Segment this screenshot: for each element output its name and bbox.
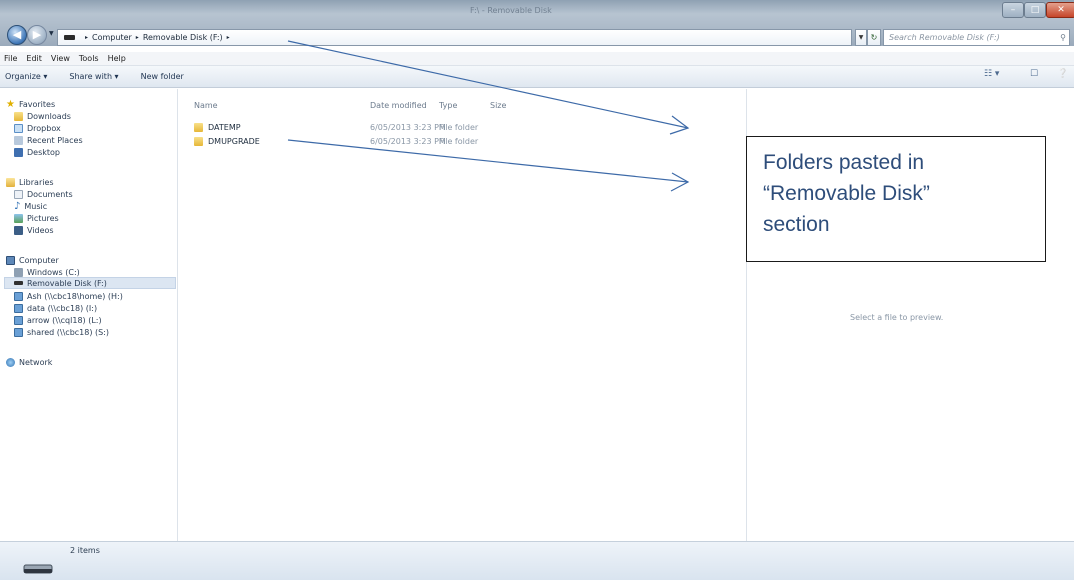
removable-drive-icon (23, 564, 53, 574)
status-bar (0, 541, 1074, 580)
arrow-from-folders (287, 139, 689, 183)
annotation-arrows (287, 40, 690, 192)
item-count: 2 items (70, 546, 100, 555)
arrow-from-address-bar (287, 40, 689, 129)
